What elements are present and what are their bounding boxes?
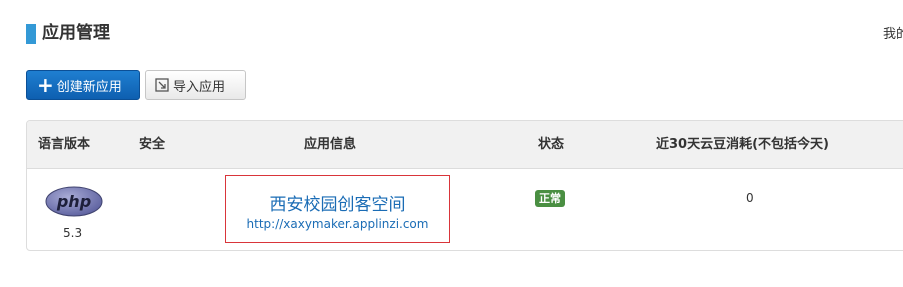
php-logo-icon: php	[45, 186, 103, 221]
user-menu-text[interactable]: 我的	[883, 26, 903, 44]
column-header-app-info: 应用信息	[304, 137, 357, 152]
column-header-security: 安全	[139, 137, 166, 152]
language-version: 5.3	[63, 226, 83, 240]
plus-icon: +	[37, 73, 54, 97]
app-name-link[interactable]: 西安校园创客空间	[226, 190, 449, 215]
column-header-status: 状态	[538, 137, 565, 152]
svg-text:php: php	[56, 192, 91, 211]
table-header: 语言版本 安全 应用信息 状态 近30天云豆消耗(不包括今天)	[27, 121, 903, 169]
import-app-label: 导入应用	[173, 79, 226, 95]
column-header-language: 语言版本	[38, 137, 91, 152]
app-info-highlight: 西安校园创客空间 http://xaxymaker.applinzi.com	[225, 175, 450, 243]
app-management-page: 应用管理 我的 + 创建新应用 导入应用 语言版本 安全 应用信息 状态 近30…	[0, 0, 903, 287]
create-app-button[interactable]: + 创建新应用	[26, 70, 140, 100]
import-app-button[interactable]: 导入应用	[145, 70, 246, 100]
page-title: 应用管理	[42, 23, 110, 43]
title-accent-bar	[26, 24, 36, 44]
apps-table: 语言版本 安全 应用信息 状态 近30天云豆消耗(不包括今天)	[26, 120, 903, 251]
import-icon	[155, 78, 169, 92]
status-badge: 正常	[535, 190, 565, 207]
column-header-consumption: 近30天云豆消耗(不包括今天)	[656, 137, 829, 152]
consumption-value: 0	[746, 191, 754, 205]
app-url-link[interactable]: http://xaxymaker.applinzi.com	[226, 217, 449, 231]
create-app-label: 创建新应用	[56, 79, 122, 95]
